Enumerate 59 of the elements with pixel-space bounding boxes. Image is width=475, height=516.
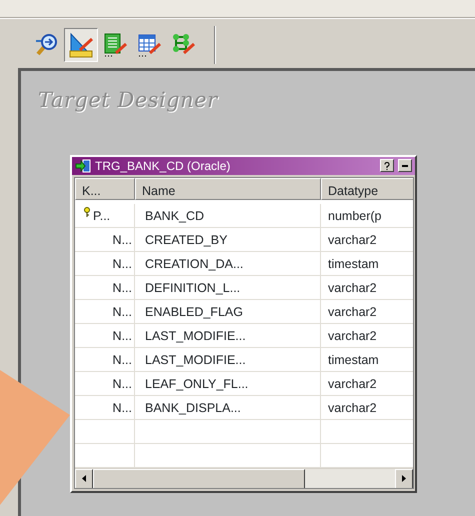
table-cell: LAST_MODIFIE... [135, 348, 321, 370]
left-arrow-icon [82, 475, 86, 482]
table-cell: LEAF_ONLY_FL... [135, 372, 321, 394]
minimize-icon [402, 164, 408, 166]
scroll-thumb[interactable] [93, 468, 305, 488]
question-icon [384, 162, 390, 170]
workspace-title: Target Designer [38, 87, 218, 114]
table-row[interactable]: P... BANK_CD number(p [75, 204, 413, 228]
table-cell: varchar2 [321, 372, 413, 394]
table-cell: varchar2 [321, 228, 413, 250]
table-cell-text: N... [112, 400, 133, 416]
help-button[interactable] [380, 159, 394, 172]
table-window[interactable] [70, 154, 417, 492]
table-cell: varchar2 [321, 276, 413, 298]
table-cell-text: N... [112, 304, 133, 320]
table-arrow-icon [75, 158, 91, 172]
table-cell-text: P... [93, 208, 110, 224]
scroll-right-button[interactable] [395, 468, 413, 488]
table-cell-text: N... [112, 328, 133, 344]
table-row[interactable]: N... CREATED_BY varchar2 [75, 228, 413, 252]
table-row[interactable]: N... LEAF_ONLY_FL... varchar2 [75, 372, 413, 396]
horizontal-scrollbar[interactable] [75, 468, 413, 488]
table-cell: timestam [321, 348, 413, 370]
table-row[interactable]: N... DEFINITION_L... varchar2 [75, 276, 413, 300]
table-cell: ENABLED_FLAG [135, 300, 321, 322]
table-cell: number(p [321, 204, 413, 226]
scroll-left-button[interactable] [75, 468, 93, 488]
table-cell-text: N... [112, 256, 133, 272]
table-cell: varchar2 [321, 396, 413, 418]
table-cell-text: N... [112, 232, 133, 248]
window-title-bar[interactable]: TRG_BANK_CD (Oracle) [72, 156, 415, 174]
table-cell: LAST_MODIFIE... [135, 324, 321, 346]
table-cell-text: N... [112, 376, 133, 392]
table-cell: CREATED_BY [135, 228, 321, 250]
minimize-button[interactable] [398, 159, 412, 172]
column-header[interactable]: Name [135, 178, 321, 200]
table-cell: timestam [321, 252, 413, 274]
search-icon [34, 32, 60, 58]
table-cell: DEFINITION_L... [135, 276, 321, 298]
table-row[interactable]: N... ENABLED_FLAG varchar2 [75, 300, 413, 324]
table-cell-text: N... [112, 280, 133, 296]
column-header[interactable]: Datatype [321, 178, 413, 200]
table-cell: CREATION_DA... [135, 252, 321, 274]
window-title: TRG_BANK_CD (Oracle) [95, 158, 232, 174]
right-arrow-icon [402, 475, 406, 482]
table-cell: varchar2 [321, 300, 413, 322]
ruler-pencil-icon [67, 30, 95, 58]
document-pencil-icon [102, 32, 128, 58]
table-row[interactable]: N... CREATION_DA... timestam [75, 252, 413, 276]
table-cell: BANK_CD [135, 204, 321, 226]
toolbar-button[interactable] [64, 28, 98, 62]
column-header[interactable]: K... [75, 178, 135, 200]
table-cell-text: N... [112, 352, 133, 368]
table-row[interactable]: N... LAST_MODIFIE... varchar2 [75, 324, 413, 348]
table-cell: varchar2 [321, 324, 413, 346]
table-row[interactable]: N... LAST_MODIFIE... timestam [75, 348, 413, 372]
table-cell: BANK_DISPLA... [135, 396, 321, 418]
table-pencil-icon [136, 32, 162, 58]
table-row[interactable]: N... BANK_DISPLA... varchar2 [75, 396, 413, 420]
